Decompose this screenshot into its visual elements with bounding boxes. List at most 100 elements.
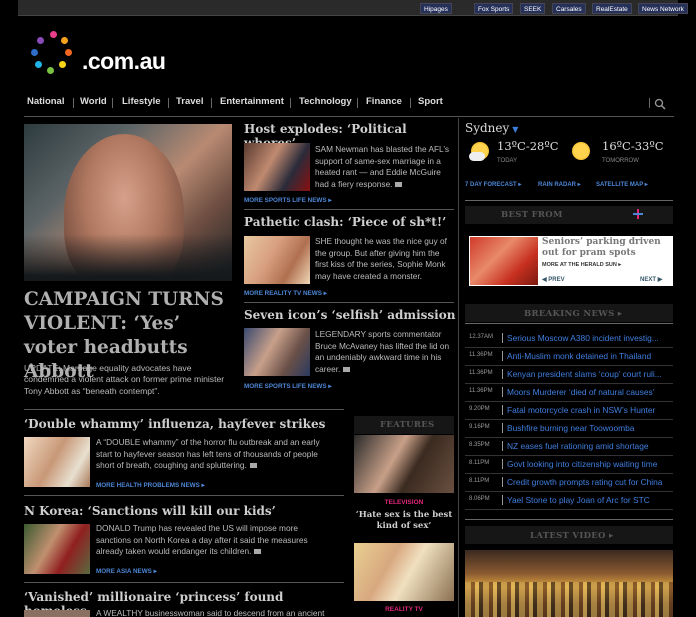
news-network-icon <box>633 209 643 219</box>
story-thumbnail[interactable] <box>24 437 90 487</box>
breaking-headline[interactable]: Fatal motorcycle crash in NSW’s Hunter <box>507 405 669 415</box>
best-from-heading: BEST FROM <box>501 210 563 220</box>
more-asia-link[interactable]: MORE ASIA NEWS ▸ <box>96 568 157 575</box>
breaking-headline[interactable]: NZ eases fuel rationing amid shortage <box>507 441 669 451</box>
sun-icon <box>572 142 590 160</box>
more-sports-life-link[interactable]: MORE SPORTS LIFE NEWS ▸ <box>244 197 331 204</box>
story-summary: DONALD Trump has revealed the US will im… <box>96 523 308 556</box>
breaking-news-item[interactable]: 8.06PM Yael Stone to play Joan of Arc for… <box>465 492 673 510</box>
satellite-map-link[interactable]: SATELLITE MAP ▸ <box>596 181 648 188</box>
network-link-realestate[interactable]: RealEstate <box>592 3 632 14</box>
network-link-carsales[interactable]: Carsales <box>552 3 586 14</box>
weather-city[interactable]: Sydney <box>465 121 509 135</box>
camera-icon <box>343 366 351 372</box>
breaking-news-item[interactable]: 8.11PM Govt looking into citizenship wait… <box>465 456 673 474</box>
breaking-news-item[interactable]: 12.37AM Serious Moscow A380 incident inve… <box>465 330 673 348</box>
breaking-news-item[interactable]: 11.36PM Moors Murderer ‘died of natural c… <box>465 384 673 402</box>
cloud-icon <box>469 152 485 161</box>
story-summary: A WEALTHY businesswoman said to descend … <box>96 608 325 617</box>
camera-icon <box>395 181 403 187</box>
breaking-time: 8.11PM <box>469 460 490 466</box>
feature-title[interactable]: ‘Hate sex is the best kind of sex’ <box>354 510 454 532</box>
story-thumbnail[interactable] <box>244 143 310 191</box>
best-from-more-link[interactable]: MORE AT THE HERALD SUN ▸ <box>542 262 621 268</box>
rain-radar-link[interactable]: RAIN RADAR ▸ <box>538 181 581 188</box>
best-from-title[interactable]: Seniors’ parking driven out for pram spo… <box>542 237 672 259</box>
nav-item-world[interactable]: World <box>80 96 107 107</box>
story-summary: LEGENDARY sports commentator Bruce McAva… <box>315 329 450 374</box>
breaking-time: 12.37AM <box>469 334 494 340</box>
nav-item-entertainment[interactable]: Entertainment <box>220 96 284 107</box>
best-from-card[interactable]: Seniors’ parking driven out for pram spo… <box>469 236 673 286</box>
search-icon[interactable] <box>654 97 666 115</box>
network-link-newsnetwork[interactable]: News Network <box>638 3 688 14</box>
nav-item-lifestyle[interactable]: Lifestyle <box>122 96 161 107</box>
breaking-headline[interactable]: Credit growth prompts rating cut for Chi… <box>507 477 669 487</box>
more-health-link[interactable]: MORE HEALTH PROBLEMS NEWS ▸ <box>96 482 205 489</box>
camera-icon <box>249 463 257 469</box>
nav-item-national[interactable]: National <box>27 96 64 107</box>
nav-item-travel[interactable]: Travel <box>176 96 203 107</box>
breaking-headline[interactable]: Moors Murderer ‘died of natural causes’ <box>507 387 669 397</box>
breaking-headline[interactable]: Anti-Muslim monk detained in Thailand <box>507 351 669 361</box>
nav-item-finance[interactable]: Finance <box>366 96 402 107</box>
breaking-headline[interactable]: Kenyan president slams ‘coup’ court ruli… <box>507 369 669 379</box>
latest-video-heading[interactable]: LATEST VIDEO ▸ <box>530 531 614 541</box>
story-headline[interactable]: ‘Double whammy’ influenza, hayfever stri… <box>24 417 344 431</box>
breaking-time: 11.36PM <box>469 370 493 376</box>
tomorrow-temp: 16ºC-33ºC <box>602 139 664 153</box>
breaking-headline[interactable]: Bushfire burning near Toowoomba <box>507 423 669 433</box>
best-from-image[interactable] <box>470 237 538 285</box>
story-thumbnail[interactable] <box>24 610 90 617</box>
site-logo[interactable]: .com.au <box>30 30 180 80</box>
network-link-hipages[interactable]: Hipages <box>420 3 452 14</box>
story-headline[interactable]: N Korea: ‘Sanctions will kill our kids’ <box>24 504 344 518</box>
breaking-time: 8.06PM <box>469 496 490 502</box>
nav-item-sport[interactable]: Sport <box>418 96 443 107</box>
story-summary: A “DOUBLE whammy” of the horror flu outb… <box>96 437 320 470</box>
story-thumbnail[interactable] <box>244 236 310 284</box>
story-headline[interactable]: Pathetic clash: ‘Piece of sh*t!’ <box>244 215 456 229</box>
feature-image[interactable] <box>354 543 454 601</box>
story-thumbnail[interactable] <box>244 328 310 376</box>
breaking-time: 8.35PM <box>469 442 490 448</box>
breaking-news-item[interactable]: 11.36PM Anti-Muslim monk detained in Thai… <box>465 348 673 366</box>
camera-icon <box>254 549 262 555</box>
breaking-time: 11.36PM <box>469 388 493 394</box>
breaking-headline[interactable]: Govt looking into citizenship waiting ti… <box>507 459 669 469</box>
lead-story-summary: UPDATE: Marriage equality advocates have… <box>24 363 225 396</box>
breaking-headline[interactable]: Serious Moscow A380 incident investig... <box>507 333 669 343</box>
chevron-down-icon[interactable]: ▼ <box>512 125 518 134</box>
features-heading: FEATURES <box>380 420 435 430</box>
feature-category[interactable]: REALITY TV <box>354 606 454 613</box>
breaking-news-item[interactable]: 8.35PM NZ eases fuel rationing amid short… <box>465 438 673 456</box>
story-headline[interactable]: Seven icon’s ‘selfish’ admission <box>244 308 456 322</box>
breaking-news-item[interactable]: 11.36PM Kenyan president slams ‘coup’ cou… <box>465 366 673 384</box>
breaking-news-item[interactable]: 9.20PM Fatal motorcycle crash in NSW’s Hu… <box>465 402 673 420</box>
7-day-forecast-link[interactable]: 7 DAY FORECAST ▸ <box>465 181 521 188</box>
network-link-foxsports[interactable]: Fox Sports <box>474 3 514 14</box>
lead-story-image[interactable] <box>24 124 232 281</box>
feature-category[interactable]: TELEVISION <box>354 499 454 506</box>
story-thumbnail[interactable] <box>24 524 90 574</box>
prev-button[interactable]: PREV <box>548 277 564 283</box>
story-summary: SHE thought he was the nice guy of the g… <box>315 236 447 281</box>
more-reality-tv-link[interactable]: MORE REALITY TV NEWS ▸ <box>244 290 327 297</box>
breaking-time: 11.36PM <box>469 352 493 358</box>
breaking-time: 9.20PM <box>469 406 490 412</box>
network-link-seek[interactable]: SEEK <box>520 3 546 14</box>
breaking-news-item[interactable]: 9.16PM Bushfire burning near Toowoomba <box>465 420 673 438</box>
more-sports-life-link[interactable]: MORE SPORTS LIFE NEWS ▸ <box>244 383 331 390</box>
breaking-news-heading[interactable]: BREAKING NEWS ▸ <box>524 309 622 319</box>
breaking-time: 8.11PM <box>469 478 490 484</box>
next-icon[interactable]: ▶ <box>658 277 663 283</box>
latest-video-thumbnail[interactable] <box>465 550 673 617</box>
next-button[interactable]: NEXT <box>640 277 656 283</box>
logo-text: .com.au <box>82 48 166 74</box>
breaking-headline[interactable]: Yael Stone to play Joan of Arc for STC <box>507 495 669 505</box>
prev-icon[interactable]: ◀ <box>542 277 547 283</box>
breaking-news-item[interactable]: 8.11PM Credit growth prompts rating cut f… <box>465 474 673 492</box>
today-label: TODAY <box>497 158 518 164</box>
nav-item-technology[interactable]: Technology <box>299 96 352 107</box>
feature-image[interactable] <box>354 435 454 493</box>
